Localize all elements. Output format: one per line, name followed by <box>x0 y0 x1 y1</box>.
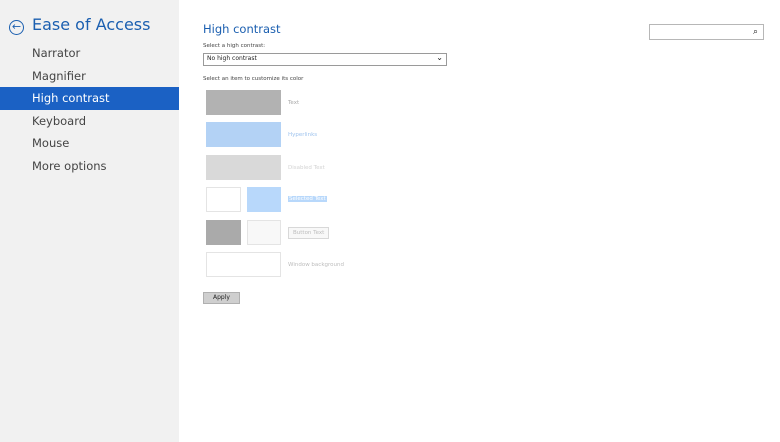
sidebar-item-keyboard[interactable]: Keyboard <box>0 110 179 133</box>
selected-text-background-swatch[interactable] <box>247 187 281 212</box>
sidebar-item-high-contrast[interactable]: High contrast <box>0 87 179 110</box>
window-background-label: Window background <box>288 262 344 268</box>
disabled-text-label: Disabled Text <box>288 165 325 171</box>
window-background-swatch[interactable] <box>206 252 281 277</box>
button-text-label: Button Text <box>288 227 330 239</box>
customize-label: Select an item to customize its color <box>203 76 304 82</box>
sidebar-item-narrator[interactable]: Narrator <box>0 42 179 65</box>
disabled-text-color-swatch[interactable] <box>206 155 281 180</box>
search-icon[interactable]: ⌕ <box>749 26 762 38</box>
sidebar-nav: Narrator Magnifier High contrast Keyboar… <box>0 42 179 177</box>
select-contrast-label: Select a high contrast: <box>203 43 266 49</box>
search-input[interactable]: ⌕ <box>649 24 764 40</box>
text-label: Text <box>288 100 300 106</box>
sidebar-item-mouse[interactable]: Mouse <box>0 132 179 155</box>
sidebar: ← Ease of Access Narrator Magnifier High… <box>0 0 179 442</box>
high-contrast-select[interactable]: No high contrast ⌄ <box>203 53 447 66</box>
selected-text-label: Selected Text <box>288 196 327 202</box>
sidebar-item-more-options[interactable]: More options <box>0 155 179 178</box>
sidebar-item-magnifier[interactable]: Magnifier <box>0 65 179 88</box>
page-title: High contrast <box>203 22 281 36</box>
select-value: No high contrast <box>207 55 257 62</box>
selected-text-foreground-swatch[interactable] <box>206 187 241 212</box>
chevron-down-icon: ⌄ <box>436 53 443 62</box>
button-text-background-swatch[interactable] <box>247 220 281 245</box>
button-text-foreground-swatch[interactable] <box>206 220 241 245</box>
text-color-swatch[interactable] <box>206 90 281 115</box>
hyperlinks-label: Hyperlinks <box>288 132 318 138</box>
apply-button[interactable]: Apply <box>203 292 240 304</box>
app-title: Ease of Access <box>32 15 151 34</box>
back-arrow-icon[interactable]: ← <box>9 20 24 35</box>
hyperlinks-color-swatch[interactable] <box>206 122 281 147</box>
